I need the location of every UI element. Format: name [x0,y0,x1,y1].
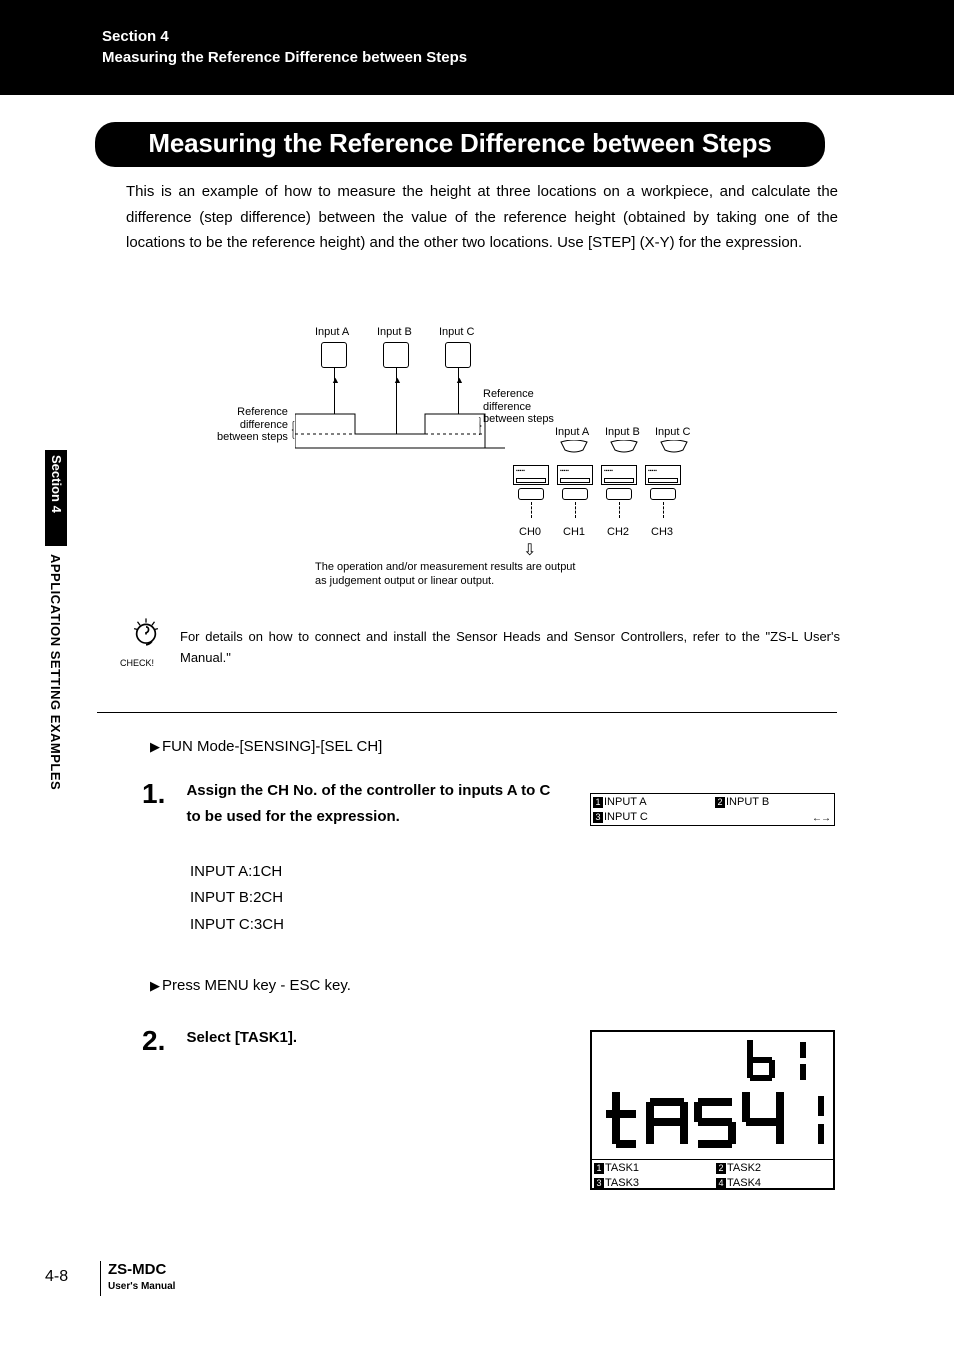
procedure-line-2-text: Press MENU key - ESC key. [162,977,351,994]
seven-segment-display-panel: 1TASK1 2TASK2 3TASK3 4TASK4 [590,1030,835,1190]
step-2-text: Select [TASK1]. [186,1025,566,1051]
lcd-item: 1INPUT A [593,796,647,808]
task-label: TASK1 [605,1162,639,1174]
check-label: CHECK! [120,658,154,668]
controller-icon: ▪▪▪▪▪ [645,465,681,525]
assignment-line: INPUT C:3CH [190,912,284,938]
header-section-title: Measuring the Reference Difference betwe… [102,49,954,66]
lcd-item-label: INPUT B [726,796,769,808]
ch1-label: CH1 [563,526,585,538]
task-badge: 1 [594,1163,604,1174]
step-1-text: Assign the CH No. of the controller to i… [186,778,566,829]
assignment-line: INPUT A:1CH [190,859,284,885]
step-1-assignments: INPUT A:1CH INPUT B:2CH INPUT C:3CH [190,859,284,938]
controller-icon: ▪▪▪▪▪ [557,465,593,525]
lcd-item-label: INPUT A [604,796,647,808]
down-arrow-icon: ⇩ [523,540,536,560]
footer-model: ZS-MDC [108,1261,166,1278]
procedure-line-2: ▶Press MENU key - ESC key. [150,977,351,994]
footer-subtitle: User's Manual [108,1281,175,1292]
side-tab-section: Section 4 [48,455,64,513]
lcd-input-select-screen: 1INPUT A 2INPUT B 3INPUT C ←→ [590,793,835,826]
task-label: TASK4 [727,1177,761,1189]
check-text: For details on how to connect and instal… [180,627,840,669]
sensor-c-icon [445,342,471,368]
footer-page-number: 4-8 [45,1268,68,1286]
lcd-item: 3INPUT C [593,811,648,823]
controller-icon: ▪▪▪▪▪ [513,465,549,525]
diagram-ref-right-label: Reference difference between steps [483,388,554,426]
task-select-row: 1TASK1 2TASK2 3TASK3 4TASK4 [592,1160,833,1192]
mini-sensor-icon [559,440,589,458]
triangle-bullet-icon: ▶ [150,739,160,754]
task-badge: 3 [594,1178,604,1189]
sensor-b-icon [383,342,409,368]
seven-segment-area [592,1032,833,1160]
diagram-output-text: The operation and/or measurement results… [315,560,715,589]
task-item: 2TASK2 [716,1162,761,1174]
badge-1: 1 [593,797,603,808]
arrowhead-icon: ▲ [393,375,402,385]
lcd-nav-arrows-icon: ←→ [812,813,830,824]
mini-sensor-icon [609,440,639,458]
diagram-input-b-label: Input B [377,326,412,338]
ref-left-text: Reference difference between steps [217,406,288,444]
procedure-line-1: ▶FUN Mode-[SENSING]-[SEL CH] [150,738,382,755]
arrowhead-icon: ▲ [455,375,464,385]
brace-icon: ⎱ [288,426,298,441]
task-badge: 4 [716,1178,726,1189]
page-title: Measuring the Reference Difference betwe… [95,122,825,167]
header-section-label: Section 4 [102,28,954,45]
lcd-item: 2INPUT B [715,796,769,808]
ctrl-input-a-label: Input A [555,426,589,438]
step-2-number: 2. [142,1025,182,1057]
diagram-input-c-label: Input C [439,326,474,338]
ch2-label: CH2 [607,526,629,538]
controller-icon: ▪▪▪▪▪ [601,465,637,525]
triangle-bullet-icon: ▶ [150,978,160,993]
assignment-line: INPUT B:2CH [190,885,284,911]
diagram-ref-left-label: Reference difference between steps [217,406,288,444]
diagram-input-a-label: Input A [315,326,349,338]
side-tab-title: APPLICATION SETTING EXAMPLES [48,554,63,790]
arrowhead-icon: ▲ [331,375,340,385]
task-badge: 2 [716,1163,726,1174]
ch3-label: CH3 [651,526,673,538]
side-section-tab: Section 4 APPLICATION SETTING EXAMPLES [45,450,67,860]
task-item: 3TASK3 [594,1177,639,1189]
page-header-banner: Section 4 Measuring the Reference Differ… [0,0,954,95]
footer-rule [100,1261,101,1296]
badge-3: 3 [593,812,603,823]
brace-icon: ⎰ [475,422,485,437]
check-icon [126,615,166,655]
ref-right-text: Reference difference between steps [483,388,554,426]
step-1-number: 1. [142,778,182,810]
mini-sensor-icon [659,440,689,458]
sensor-a-icon [321,342,347,368]
seg-upper-glyph [742,1038,812,1084]
procedure-line-1-text: FUN Mode-[SENSING]-[SEL CH] [162,738,382,755]
seg-main-glyph [602,1090,832,1152]
lcd-item-label: INPUT C [604,811,648,823]
ctrl-input-b-label: Input B [605,426,640,438]
task-label: TASK2 [727,1162,761,1174]
task-item: 1TASK1 [594,1162,639,1174]
horizontal-rule [97,712,837,713]
ch0-label: CH0 [519,526,541,538]
task-label: TASK3 [605,1177,639,1189]
intro-paragraph: This is an example of how to measure the… [126,179,838,256]
ctrl-input-c-label: Input C [655,426,690,438]
workpiece-icon [295,412,505,462]
diagram: Input A Input B Input C ▲ ▲ ▲ Reference … [225,320,715,590]
task-item: 4TASK4 [716,1177,761,1189]
badge-2: 2 [715,797,725,808]
